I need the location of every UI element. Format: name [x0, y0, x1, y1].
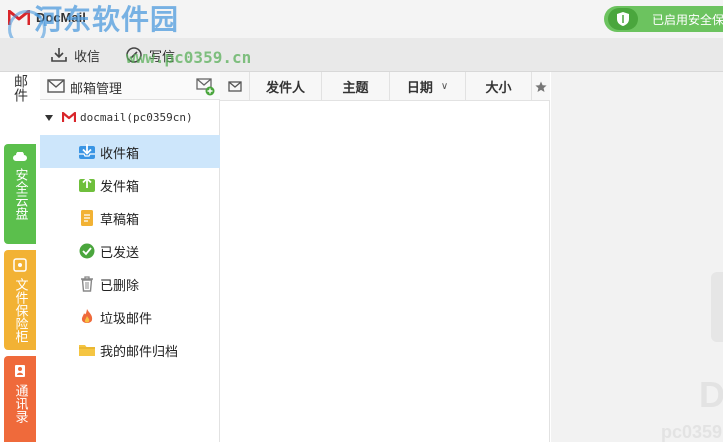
mailbox-manage-label: 邮箱管理: [70, 82, 123, 97]
safe-icon: [13, 258, 27, 272]
toolbar: 收信 写信 www.pc0359.cn: [0, 38, 723, 72]
folder-inbox[interactable]: 收件箱: [40, 135, 220, 168]
tab-file-safe[interactable]: 文件保险柜: [4, 250, 36, 350]
column-read-status[interactable]: [220, 72, 250, 101]
watermark-url: www.pc0359.cn: [126, 48, 252, 67]
column-subject[interactable]: 主题: [322, 72, 390, 101]
account-node[interactable]: docmail(pc0359cn): [40, 108, 220, 128]
security-status-badge[interactable]: 已启用安全保护: [604, 6, 723, 32]
folder-drafts[interactable]: 草稿箱: [40, 201, 220, 234]
folder-spam-label: 垃圾邮件: [100, 312, 153, 327]
receive-mail-button[interactable]: 收信: [50, 44, 100, 66]
preview-placeholder-url: pc0359: [661, 422, 723, 442]
shield-icon: [608, 8, 638, 30]
expand-caret-icon[interactable]: [45, 115, 53, 121]
envelope-icon: [227, 81, 242, 92]
preview-placeholder-text: D: [699, 374, 723, 415]
column-date-label: 日期: [406, 81, 433, 96]
download-icon: [51, 48, 67, 62]
column-subject-label: 主题: [342, 81, 369, 96]
archive-folder-icon: [79, 345, 95, 356]
tab-secure-cloud[interactable]: 安全云盘: [4, 144, 36, 244]
folder-outbox-label: 发件箱: [100, 180, 140, 195]
folder-spam[interactable]: 垃圾邮件: [40, 300, 220, 333]
tab-contacts[interactable]: 通讯录: [4, 356, 36, 442]
folder-deleted-label: 已删除: [100, 279, 140, 294]
envelope-icon: [47, 79, 65, 93]
preview-pane: D pc0359: [551, 72, 723, 442]
folder-sent-label: 已发送: [100, 246, 140, 261]
title-bar: DocMail 河东软件园 已启用安全保护: [0, 0, 723, 48]
folder-sent[interactable]: 已发送: [40, 234, 220, 267]
add-account-icon[interactable]: [196, 78, 216, 96]
folder-inbox-label: 收件箱: [100, 147, 140, 162]
receive-mail-label: 收信: [74, 49, 101, 65]
folder-outbox[interactable]: 发件箱: [40, 168, 220, 201]
mailbox-tree: 邮箱管理 docmail(pc0359cn) 收件箱 发件箱 草稿箱 已发送 已…: [40, 72, 220, 442]
preview-placeholder-logo: [711, 272, 723, 342]
security-status-text: 已启用安全保护: [652, 13, 723, 27]
account-label: docmail(pc0359cn): [80, 111, 193, 124]
column-star[interactable]: [532, 72, 550, 101]
folder-archive[interactable]: 我的邮件归档: [40, 333, 220, 366]
folder-drafts-label: 草稿箱: [100, 213, 140, 228]
column-date[interactable]: 日期 ∨: [390, 72, 466, 101]
tab-mail-label: 邮件: [12, 74, 28, 102]
tab-contacts-label: 通讯录: [12, 384, 28, 423]
address-book-icon: [15, 365, 25, 377]
tab-file-safe-label: 文件保险柜: [12, 278, 28, 343]
docmail-account-icon: [62, 112, 76, 122]
tab-mail[interactable]: 邮件: [4, 72, 36, 140]
message-list-header: 发件人 主题 日期 ∨ 大小: [220, 72, 550, 101]
column-sender-label: 发件人: [265, 81, 305, 96]
spam-icon: [81, 309, 93, 323]
column-sender[interactable]: 发件人: [250, 72, 322, 101]
folder-deleted[interactable]: 已删除: [40, 267, 220, 300]
folder-archive-label: 我的邮件归档: [100, 345, 179, 360]
tab-secure-cloud-label: 安全云盘: [12, 168, 28, 220]
drafts-icon: [81, 210, 93, 226]
cloud-icon: [13, 152, 27, 161]
column-size[interactable]: 大小: [466, 72, 532, 101]
sort-chevron-icon[interactable]: ∨: [441, 81, 448, 92]
star-icon: [535, 81, 547, 92]
column-size-label: 大小: [485, 81, 512, 96]
message-list: 发件人 主题 日期 ∨ 大小: [220, 72, 550, 442]
side-tabs: 邮件 安全云盘 文件保险柜 通讯录: [0, 72, 40, 442]
trash-icon: [81, 276, 93, 292]
mailbox-tree-header: 邮箱管理: [40, 72, 220, 100]
watermark: 河东软件园: [8, 4, 179, 48]
sent-icon: [79, 243, 95, 259]
inbox-icon: [79, 144, 95, 159]
outbox-icon: [79, 177, 95, 192]
